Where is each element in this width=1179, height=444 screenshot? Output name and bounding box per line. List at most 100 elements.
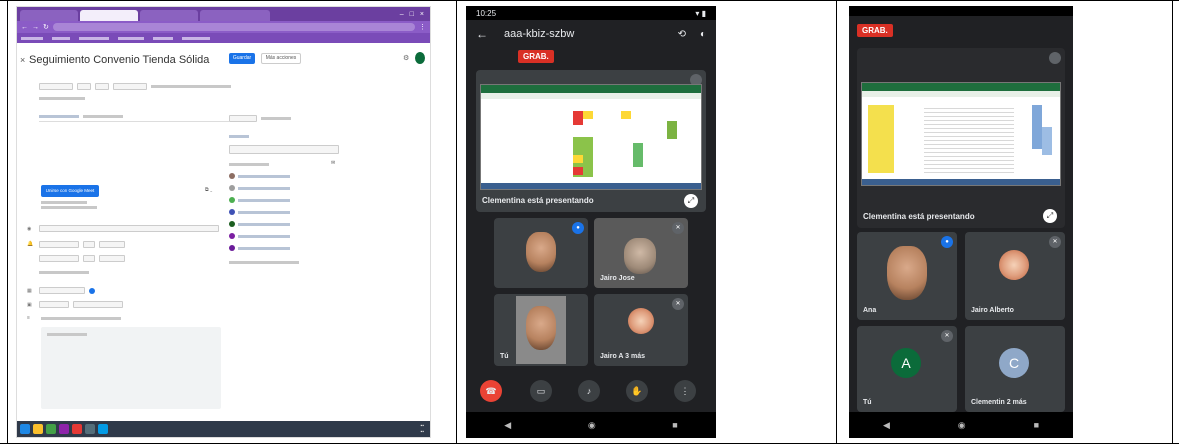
back-arrow-icon[interactable]: ← xyxy=(476,27,488,41)
minimize-icon[interactable]: – xyxy=(400,11,404,18)
notification-type-select[interactable] xyxy=(39,241,79,248)
participant-tile[interactable]: ✕ Jairo Jose xyxy=(594,218,688,288)
nav-back-icon[interactable]: ◀ xyxy=(504,420,511,431)
browser-tab[interactable] xyxy=(20,10,78,21)
audio-output-icon[interactable]: ◐ xyxy=(700,29,706,40)
busy-select[interactable] xyxy=(39,301,69,308)
copy-icon[interactable]: ⧉ ⌄ xyxy=(205,187,212,193)
end-time-chip[interactable] xyxy=(95,83,109,90)
visibility-select[interactable] xyxy=(73,301,123,308)
address-bar[interactable] xyxy=(52,23,415,31)
guest-row[interactable] xyxy=(229,185,290,191)
account-avatar[interactable] xyxy=(415,52,425,64)
location-field[interactable] xyxy=(39,225,219,232)
participant-tile[interactable]: ✕ Jairo A 3 más xyxy=(594,294,688,366)
taskbar-app-icon[interactable] xyxy=(59,424,69,434)
raise-hand-icon[interactable]: ✋ xyxy=(626,380,648,402)
spreadsheet-taskbar xyxy=(862,179,1060,185)
meeting-code[interactable]: aaa-kbiz-szbw xyxy=(504,28,574,40)
browser-tab[interactable] xyxy=(140,10,198,21)
guest-row[interactable] xyxy=(229,173,290,179)
start-time-chip[interactable] xyxy=(77,83,91,90)
presentation-tile[interactable]: Clementina está presentando ⤢ xyxy=(857,48,1065,228)
guest-row[interactable] xyxy=(229,245,290,251)
bookmark-item[interactable] xyxy=(182,36,210,40)
hang-up-button[interactable]: ☎ xyxy=(480,380,502,402)
formatting-toolbar[interactable] xyxy=(41,317,121,320)
meet-phone-text[interactable] xyxy=(41,206,97,209)
more-options-icon[interactable]: ⋮ xyxy=(674,380,696,402)
start-icon[interactable] xyxy=(20,424,30,434)
tab-find-time[interactable] xyxy=(83,115,123,118)
notification-amount[interactable] xyxy=(83,241,95,248)
guest-row[interactable] xyxy=(229,233,290,239)
browser-tab-active[interactable] xyxy=(80,10,138,21)
event-title-field[interactable]: Seguimiento Convenio Tienda Sólida xyxy=(29,54,209,66)
fullscreen-icon[interactable]: ⤢ xyxy=(1043,209,1057,223)
add-notification-link[interactable] xyxy=(39,271,89,274)
pin-icon[interactable] xyxy=(1049,52,1061,64)
guest-row[interactable] xyxy=(229,209,290,215)
forward-icon[interactable]: → xyxy=(32,24,39,31)
close-editor-icon[interactable]: × xyxy=(20,55,25,65)
taskbar-app-icon[interactable] xyxy=(72,424,82,434)
settings-icon[interactable]: ⚙ xyxy=(403,54,409,62)
taskbar-app-icon[interactable] xyxy=(33,424,43,434)
participant-video xyxy=(526,232,556,272)
nav-home-icon[interactable]: ◉ xyxy=(958,420,966,431)
join-meet-button[interactable]: Unirse con Google Meet xyxy=(41,185,99,197)
nav-back-icon[interactable]: ◀ xyxy=(883,420,890,431)
back-icon[interactable]: ← xyxy=(21,24,28,31)
participant-tile[interactable]: ● xyxy=(494,218,588,288)
all-day-checkbox-row[interactable] xyxy=(39,97,85,100)
reload-icon[interactable]: ↻ xyxy=(43,23,49,31)
add-guests-input[interactable] xyxy=(229,145,339,154)
fullscreen-icon[interactable]: ⤢ xyxy=(684,194,698,208)
nav-recents-icon[interactable]: ■ xyxy=(672,420,677,430)
switch-camera-icon[interactable]: ⟲ xyxy=(678,29,686,40)
calendar-select[interactable] xyxy=(39,287,85,294)
bookmark-item[interactable] xyxy=(21,36,43,40)
tab-divider xyxy=(39,121,229,122)
more-actions-button[interactable]: Más acciones xyxy=(261,53,301,64)
nav-home-icon[interactable]: ◉ xyxy=(588,420,596,431)
status-bar: 10:25 ▾ ▮ xyxy=(466,6,716,20)
extensions-icon[interactable]: ⋮ xyxy=(419,23,426,31)
save-button[interactable]: Guardar xyxy=(229,53,255,64)
bookmark-item[interactable] xyxy=(118,36,144,40)
end-date-chip[interactable] xyxy=(113,83,147,90)
taskbar-app-icon[interactable] xyxy=(98,424,108,434)
participant-tile[interactable]: ● Ana xyxy=(857,232,957,320)
presentation-tile[interactable]: Clementina está presentando ⤢ xyxy=(476,70,706,212)
taskbar-app-icon[interactable] xyxy=(46,424,56,434)
meet-link-text[interactable] xyxy=(41,201,87,204)
start-date-chip[interactable] xyxy=(39,83,73,90)
guest-row[interactable] xyxy=(229,197,290,203)
calendar-color-dot[interactable] xyxy=(89,288,95,294)
maximize-icon[interactable]: □ xyxy=(410,11,414,18)
mic-toggle-icon[interactable]: ♪ xyxy=(578,380,600,402)
tab-event-details[interactable] xyxy=(39,115,79,118)
notification-unit-select-2[interactable] xyxy=(99,255,125,262)
email-guests-icon[interactable]: ✉ xyxy=(331,160,335,166)
close-icon[interactable]: × xyxy=(420,11,424,18)
participant-tile[interactable]: ✕ Jairo Alberto xyxy=(965,232,1065,320)
notification-type-select-2[interactable] xyxy=(39,255,79,262)
description-textarea[interactable] xyxy=(41,327,221,409)
taskbar-app-icon[interactable] xyxy=(85,424,95,434)
participant-tile[interactable]: C Clementin 2 más xyxy=(965,326,1065,412)
nav-recents-icon[interactable]: ■ xyxy=(1034,420,1039,430)
guest-row[interactable] xyxy=(229,221,290,227)
browser-tab[interactable] xyxy=(200,10,270,21)
bookmark-item[interactable] xyxy=(153,36,173,40)
notification-unit-select[interactable] xyxy=(99,241,125,248)
camera-toggle-icon[interactable]: ▭ xyxy=(530,380,552,402)
participant-tile-self[interactable]: Tú xyxy=(494,294,588,366)
guests-tab[interactable] xyxy=(229,115,257,122)
bookmark-item[interactable] xyxy=(79,36,109,40)
participant-tile-self[interactable]: A ✕ Tú xyxy=(857,326,957,412)
grid-left-border xyxy=(7,0,8,444)
rooms-tab[interactable] xyxy=(261,117,291,120)
notification-amount-2[interactable] xyxy=(83,255,95,262)
bookmark-item[interactable] xyxy=(52,36,70,40)
